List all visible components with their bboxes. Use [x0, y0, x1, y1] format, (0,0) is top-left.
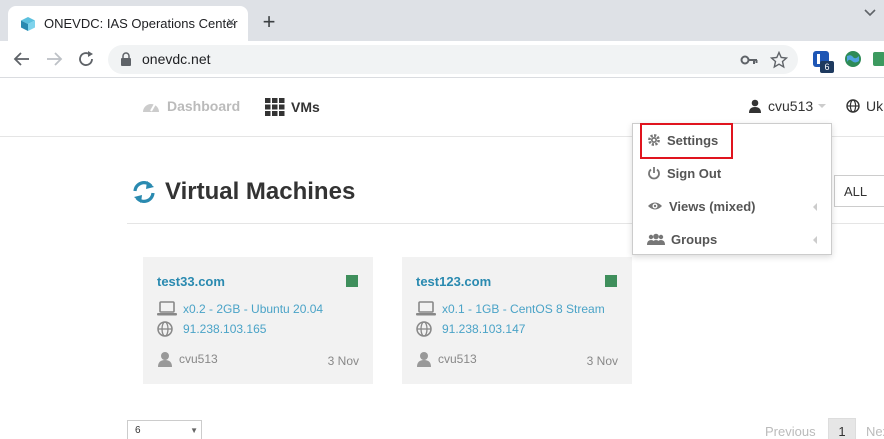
- vm-owner: cvu513: [416, 351, 477, 367]
- forward-arrow-icon[interactable]: [44, 49, 64, 69]
- vm-ip-text: 91.238.103.165: [183, 322, 267, 336]
- vm-name-link[interactable]: test123.com: [416, 274, 491, 289]
- power-icon: [648, 167, 660, 180]
- globe-icon: [846, 99, 860, 113]
- extension-badge: 6: [820, 61, 834, 73]
- vm-spec-text: x0.1 - 1GB - CentOS 8 Stream: [442, 302, 605, 316]
- vm-filter-select[interactable]: ALL: [834, 175, 884, 207]
- lock-icon: [121, 52, 131, 66]
- menu-item-label: Sign Out: [667, 165, 722, 181]
- address-bar[interactable]: onevdc.net: [108, 45, 798, 74]
- close-tab-icon[interactable]: ×: [222, 14, 240, 32]
- tab-title: ONEVDC: IAS Operations Center: [44, 16, 238, 31]
- chevron-down-icon[interactable]: [862, 6, 878, 20]
- reload-icon[interactable]: [76, 49, 96, 69]
- language-menu[interactable]: Uk: [846, 98, 883, 114]
- key-icon[interactable]: [740, 53, 758, 67]
- cube-icon: [21, 17, 35, 31]
- page-size-select[interactable]: 6 ▼: [127, 420, 202, 439]
- caret-down-icon: [818, 104, 827, 108]
- vm-spec: x0.2 - 2GB - Ubuntu 20.04: [157, 301, 323, 317]
- settings-highlight-box: [640, 123, 733, 159]
- star-icon[interactable]: [770, 51, 788, 69]
- menu-item-label: Views (mixed): [669, 198, 756, 214]
- globe-extension-icon[interactable]: [844, 50, 862, 68]
- vm-date: 3 Nov: [327, 354, 359, 368]
- vm-card[interactable]: test33.com x0.2 - 2GB - Ubuntu 20.04 91.…: [143, 257, 373, 384]
- url-text: onevdc.net: [142, 51, 211, 67]
- user-icon: [749, 99, 761, 113]
- vm-name-link[interactable]: test33.com: [157, 274, 225, 289]
- vm-date: 3 Nov: [586, 354, 618, 368]
- pagination-previous[interactable]: Previous: [765, 424, 816, 439]
- user-icon: [417, 352, 431, 367]
- back-arrow-icon[interactable]: [12, 49, 32, 69]
- page-size-value: 6: [135, 425, 141, 436]
- browser-tab[interactable]: ONEVDC: IAS Operations Center ×: [8, 6, 248, 41]
- globe-icon: [157, 321, 173, 337]
- menu-item-groups[interactable]: Groups: [633, 223, 831, 255]
- dashboard-gauge-icon: [143, 103, 159, 112]
- globe-icon: [416, 321, 432, 337]
- language-label: Uk: [866, 98, 884, 114]
- caret-left-icon: [813, 236, 817, 244]
- laptop-icon: [157, 301, 177, 316]
- nav-dashboard[interactable]: Dashboard: [141, 98, 240, 114]
- grid-icon: [265, 98, 285, 116]
- user-name: cvu513: [768, 98, 814, 114]
- vm-ip: 91.238.103.147: [416, 321, 525, 337]
- vm-owner: cvu513: [157, 351, 218, 367]
- vm-spec: x0.1 - 1GB - CentOS 8 Stream: [416, 301, 605, 317]
- vm-owner-text: cvu513: [179, 352, 218, 366]
- vm-ip: 91.238.103.165: [157, 321, 266, 337]
- user-icon: [158, 352, 172, 367]
- nav-vms-label: VMs: [291, 99, 320, 115]
- vm-card[interactable]: test123.com x0.1 - 1GB - CentOS 8 Stream…: [402, 257, 632, 384]
- refresh-icon[interactable]: [131, 179, 157, 205]
- menu-item-label: Groups: [671, 231, 718, 247]
- vm-owner-text: cvu513: [438, 352, 477, 366]
- user-menu-toggle[interactable]: cvu513: [748, 98, 827, 114]
- browser-toolbar: onevdc.net 6: [0, 41, 884, 78]
- page-title: Virtual Machines: [131, 178, 355, 206]
- eye-icon: [648, 202, 662, 210]
- vm-status-indicator: [346, 275, 358, 287]
- vm-ip-text: 91.238.103.147: [442, 322, 526, 336]
- vm-status-indicator: [605, 275, 617, 287]
- filter-value: ALL: [844, 184, 868, 199]
- pagination-current-page[interactable]: 1: [828, 418, 856, 439]
- page-title-text: Virtual Machines: [165, 178, 356, 205]
- nav-vms[interactable]: VMs: [265, 98, 320, 116]
- laptop-icon: [416, 301, 436, 316]
- vm-spec-text: x0.2 - 2GB - Ubuntu 20.04: [183, 302, 324, 316]
- nav-dashboard-label: Dashboard: [167, 98, 241, 114]
- chevron-down-icon: ▼: [190, 426, 198, 435]
- pagination-next[interactable]: Next: [866, 424, 884, 439]
- users-icon: [647, 233, 665, 245]
- browser-tabstrip: ONEVDC: IAS Operations Center × +: [0, 0, 884, 41]
- menu-item-views[interactable]: Views (mixed): [633, 190, 831, 222]
- caret-left-icon: [813, 203, 817, 211]
- extension-icon-partial[interactable]: [872, 50, 884, 68]
- menu-item-sign-out[interactable]: Sign Out: [633, 157, 831, 189]
- new-tab-button[interactable]: +: [258, 11, 280, 34]
